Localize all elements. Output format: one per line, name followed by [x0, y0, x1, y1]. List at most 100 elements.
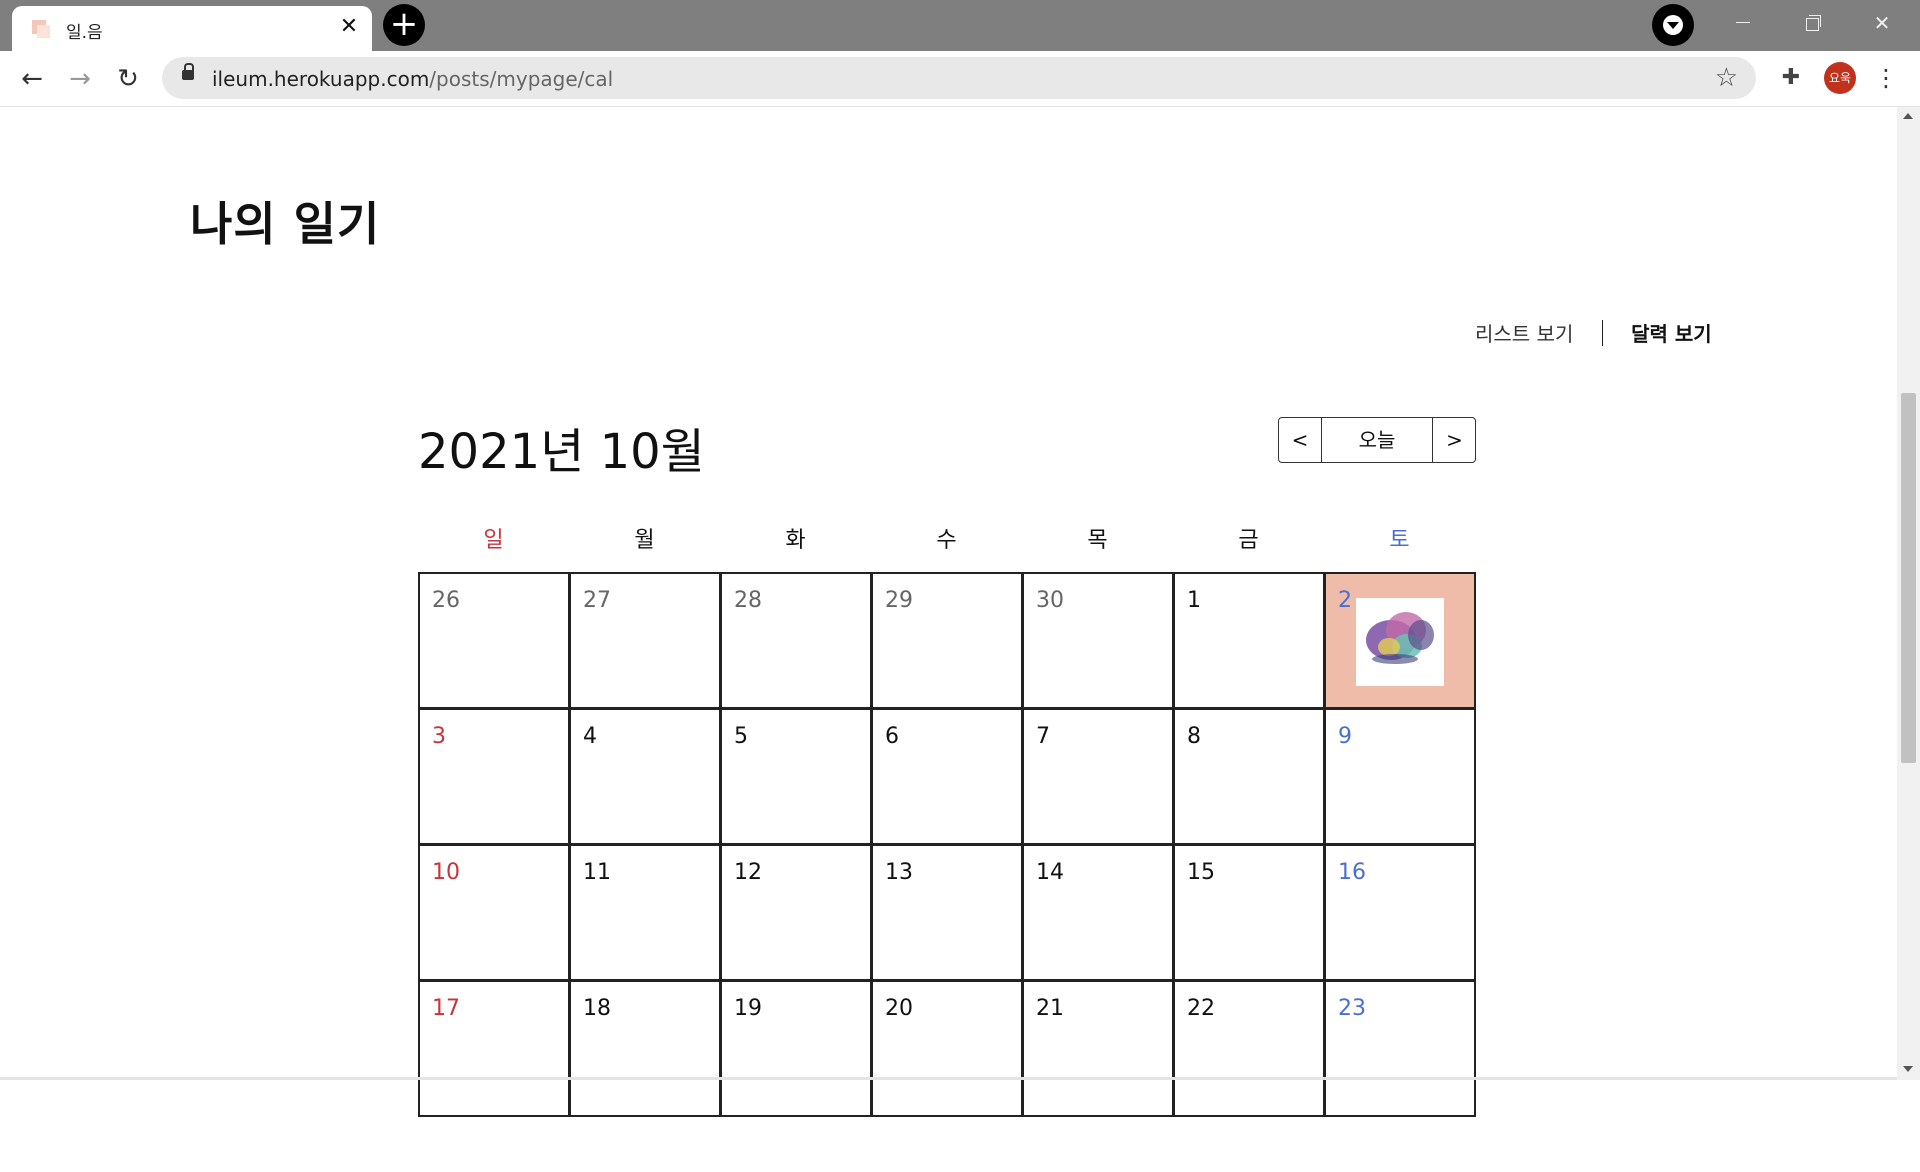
weekday-sun: 일: [483, 528, 504, 553]
url-text[interactable]: ileum.herokuapp.com/posts/mypage/cal: [212, 67, 613, 91]
forward-icon[interactable]: →: [64, 63, 96, 95]
back-icon[interactable]: ←: [16, 63, 48, 95]
weekday-wed: 수: [936, 528, 957, 553]
day-number: 18: [583, 996, 611, 1021]
day-number: 11: [583, 860, 611, 885]
restore-button[interactable]: [1782, 8, 1842, 38]
day-number: 26: [432, 588, 460, 613]
extensions-icon[interactable]: ✚: [1778, 65, 1804, 91]
window-close-button[interactable]: ✕: [1852, 8, 1912, 38]
day-number: 17: [432, 996, 460, 1021]
day-number: 13: [885, 860, 913, 885]
day-cell[interactable]: 4: [569, 708, 721, 845]
day-cell[interactable]: 14: [1022, 844, 1174, 981]
day-cell[interactable]: 10: [418, 844, 570, 981]
lock-icon[interactable]: [182, 63, 194, 80]
calendar-nav: < 오늘 >: [1278, 417, 1476, 463]
day-cell[interactable]: 7: [1022, 708, 1174, 845]
day-number: 8: [1187, 724, 1201, 749]
day-cell[interactable]: 18: [569, 980, 721, 1117]
favicon-icon: [32, 20, 50, 38]
view-divider: [1601, 319, 1603, 346]
page-scrollbar[interactable]: [1897, 107, 1920, 1080]
prev-month-button[interactable]: <: [1279, 418, 1322, 462]
calendar-grid: 26 27 28 29 30 1 2 3 4 5 6 7 8 9 10 11 1…: [418, 572, 1478, 1172]
star-icon[interactable]: ☆: [1715, 64, 1738, 92]
day-cell[interactable]: 15: [1173, 844, 1325, 981]
day-number: 10: [432, 860, 460, 885]
day-cell[interactable]: 5: [720, 708, 872, 845]
day-cell[interactable]: 13: [871, 844, 1023, 981]
avatar[interactable]: 요욱: [1824, 62, 1856, 94]
scroll-down-icon[interactable]: [1903, 1066, 1913, 1072]
day-number: 29: [885, 588, 913, 613]
weekday-tue: 화: [785, 528, 806, 553]
day-cell[interactable]: 9: [1324, 708, 1476, 845]
day-cell[interactable]: 6: [871, 708, 1023, 845]
tab-title: 일.음: [66, 23, 103, 43]
day-cell[interactable]: 12: [720, 844, 872, 981]
calendar-view-link[interactable]: 달력 보기: [1631, 318, 1712, 347]
day-cell[interactable]: 17: [418, 980, 570, 1117]
day-number: 6: [885, 724, 899, 749]
weekday-fri: 금: [1238, 528, 1259, 553]
day-number: 4: [583, 724, 597, 749]
scroll-up-icon[interactable]: [1903, 113, 1913, 119]
day-cell[interactable]: 16: [1324, 844, 1476, 981]
url-path: /posts/mypage/cal: [429, 67, 614, 91]
day-number: 3: [432, 724, 446, 749]
day-number: 7: [1036, 724, 1050, 749]
day-number: 20: [885, 996, 913, 1021]
day-number: 22: [1187, 996, 1215, 1021]
weekday-header: 일 월 화 수 목 금 토: [418, 522, 1478, 562]
day-number: 14: [1036, 860, 1064, 885]
day-number: 15: [1187, 860, 1215, 885]
day-cell[interactable]: 8: [1173, 708, 1325, 845]
day-number: 1: [1187, 588, 1201, 613]
page-title: 나의 일기: [190, 197, 381, 251]
day-cell[interactable]: 22: [1173, 980, 1325, 1117]
day-number: 16: [1338, 860, 1366, 885]
weekday-sat: 토: [1389, 528, 1410, 553]
day-cell[interactable]: 21: [1022, 980, 1174, 1117]
profile-download-icon[interactable]: [1652, 4, 1694, 46]
day-number: 9: [1338, 724, 1352, 749]
weekday-thu: 목: [1087, 528, 1108, 553]
day-number: 2: [1338, 588, 1352, 613]
day-cell[interactable]: 11: [569, 844, 721, 981]
day-cell[interactable]: 19: [720, 980, 872, 1117]
tab-close-icon[interactable]: ✕: [338, 16, 360, 38]
day-number: 21: [1036, 996, 1064, 1021]
day-cell[interactable]: 29: [871, 572, 1023, 709]
browser-toolbar: ← → ↻ ileum.herokuapp.com/posts/mypage/c…: [0, 51, 1920, 107]
menu-icon[interactable]: ⋮: [1874, 63, 1898, 93]
day-number: 5: [734, 724, 748, 749]
day-cell[interactable]: 23: [1324, 980, 1476, 1117]
day-number: 12: [734, 860, 762, 885]
day-number: 19: [734, 996, 762, 1021]
minimize-button[interactable]: [1712, 8, 1772, 38]
new-tab-button[interactable]: +: [383, 4, 425, 46]
day-cell[interactable]: 30: [1022, 572, 1174, 709]
reload-icon[interactable]: ↻: [112, 63, 144, 95]
day-cell[interactable]: 20: [871, 980, 1023, 1117]
day-cell[interactable]: 26: [418, 572, 570, 709]
diary-thumbnail[interactable]: [1356, 598, 1444, 686]
day-number: 30: [1036, 588, 1064, 613]
next-month-button[interactable]: >: [1432, 418, 1476, 462]
day-number: 28: [734, 588, 762, 613]
day-cell[interactable]: 1: [1173, 572, 1325, 709]
day-cell[interactable]: 28: [720, 572, 872, 709]
list-view-link[interactable]: 리스트 보기: [1475, 318, 1573, 347]
url-domain: ileum.herokuapp.com: [212, 67, 430, 91]
day-cell[interactable]: 27: [569, 572, 721, 709]
today-button[interactable]: 오늘: [1322, 418, 1432, 462]
day-cell-with-entry[interactable]: 2: [1324, 572, 1476, 709]
day-cell[interactable]: 3: [418, 708, 570, 845]
scroll-thumb[interactable]: [1901, 393, 1916, 763]
address-bar[interactable]: ileum.herokuapp.com/posts/mypage/cal ☆: [162, 57, 1756, 99]
day-number: 23: [1338, 996, 1366, 1021]
browser-tab[interactable]: 일.음 ✕: [12, 6, 372, 51]
view-toggle: 리스트 보기 달력 보기: [1475, 318, 1712, 347]
month-title: 2021년 10월: [418, 424, 705, 480]
